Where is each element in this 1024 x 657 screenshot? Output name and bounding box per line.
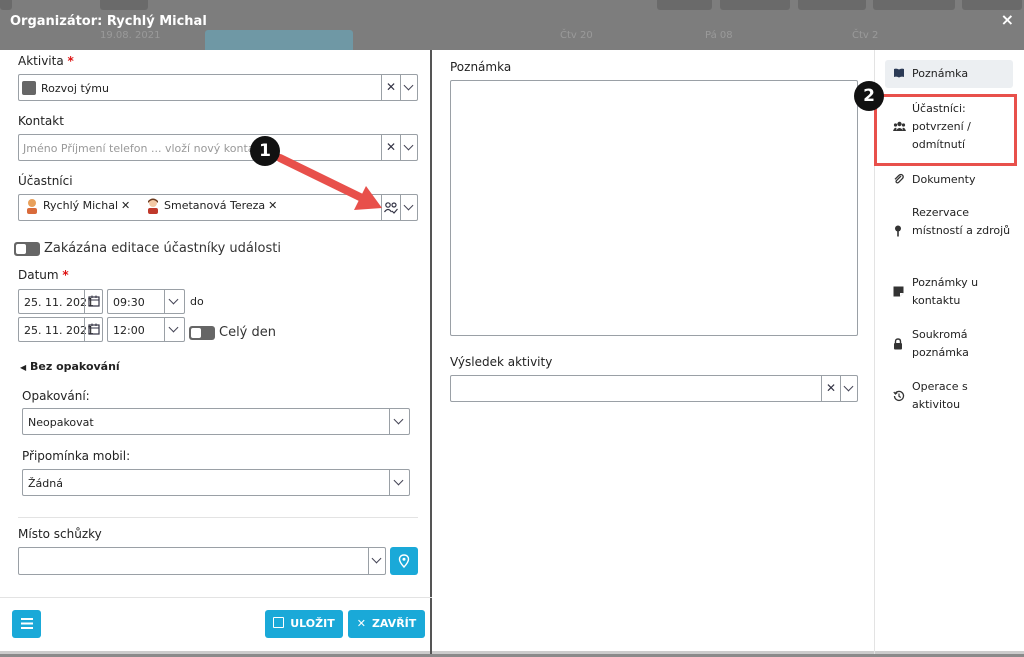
annotation-badge-1: 1 xyxy=(250,136,280,166)
annotation-badge-2: 2 xyxy=(854,81,884,111)
annotation-highlight-box xyxy=(874,94,1017,166)
